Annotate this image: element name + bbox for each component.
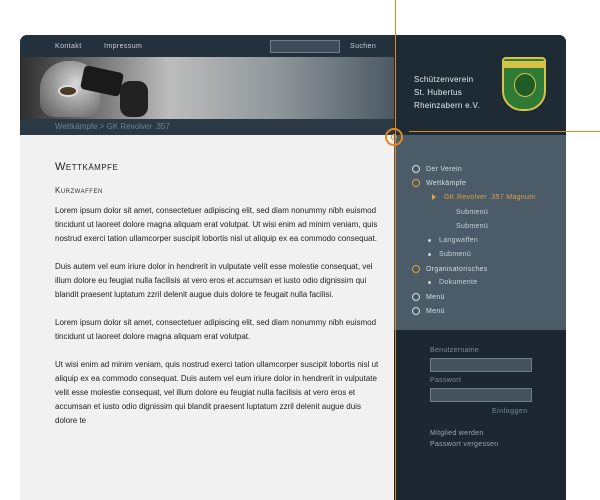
site-frame: Kontakt Impressum Suchen Wettkämpfe > GK… [20, 35, 566, 500]
username-label: Benutzername [430, 347, 480, 354]
circle-icon [412, 293, 420, 301]
login-button[interactable]: Einloggen [492, 408, 528, 415]
club-crest-icon [502, 57, 546, 111]
nav-item-wettkaempfe[interactable]: Wettkämpfe [412, 179, 466, 187]
contact-link[interactable]: Kontakt [55, 43, 82, 50]
nav-item-verein[interactable]: Der Verein [412, 165, 462, 173]
body-text: Lorem ipsum dolor sit amet, consectetuer… [55, 204, 385, 442]
breadcrumb[interactable]: Wettkämpfe > GK Revolver .357 [55, 122, 170, 131]
circle-icon [412, 165, 420, 173]
club-name-line1: Schützenverein [414, 75, 474, 84]
password-field[interactable] [430, 388, 532, 402]
password-label: Passwort [430, 377, 462, 384]
nav-item-dokumente[interactable]: Dokumente [428, 279, 478, 286]
header-image [20, 57, 394, 119]
section-title: Kurzwaffen [55, 186, 103, 195]
nav-item-menu[interactable]: Menü [412, 293, 445, 301]
nav-item-menu[interactable]: Menü [412, 307, 445, 315]
register-link[interactable]: Mitglied werden [430, 430, 484, 437]
club-header: Schützenverein St. Hubertus Rheinzabern … [394, 35, 566, 135]
search-button[interactable]: Suchen [350, 43, 376, 50]
paragraph: Ut wisi enim ad minim veniam, quis nostr… [55, 360, 379, 425]
nav-item-submenu[interactable]: Submenü [456, 223, 488, 230]
username-field[interactable] [430, 358, 532, 372]
paragraph: Duis autem vel eum iriure dolor in hendr… [55, 262, 373, 299]
login-panel: Benutzername Passwort Einloggen Mitglied… [394, 330, 566, 500]
club-name-line2: St. Hubertus [414, 88, 463, 97]
nav-item-langwaffen[interactable]: Langwaffen [428, 237, 478, 244]
club-name-line3: Rheinzabern e.V. [414, 101, 480, 110]
paragraph: Lorem ipsum dolor sit amet, consectetuer… [55, 318, 377, 341]
main-content: Wettkämpfe Kurzwaffen Lorem ipsum dolor … [20, 135, 394, 500]
forgot-password-link[interactable]: Passwort vergessen [430, 441, 498, 448]
shooter-eye [58, 85, 78, 97]
crest-banner [504, 61, 544, 68]
target-center-icon [391, 134, 397, 140]
page-title: Wettkämpfe [55, 161, 119, 173]
crest-emblem [514, 73, 536, 97]
circle-icon [412, 265, 420, 273]
circle-icon [412, 307, 420, 315]
guide-line-vertical [395, 0, 396, 500]
arrow-right-icon [432, 194, 436, 201]
nav-item-submenu[interactable]: Submenü [428, 251, 471, 258]
dot-icon [428, 252, 431, 256]
side-navigation: Der Verein Wettkämpfe GK Revolver .357 M… [394, 135, 566, 330]
circle-icon [412, 179, 420, 187]
paragraph: Lorem ipsum dolor sit amet, consectetuer… [55, 206, 378, 243]
dot-icon [428, 280, 431, 284]
search-input[interactable] [270, 40, 340, 53]
ear-muff [120, 81, 148, 117]
nav-item-organisatorisches[interactable]: Organisatorisches [412, 265, 488, 273]
top-bar: Kontakt Impressum Suchen [20, 35, 394, 57]
imprint-link[interactable]: Impressum [104, 43, 142, 50]
club-name: Schützenverein St. Hubertus Rheinzabern … [414, 73, 480, 112]
nav-item-submenu[interactable]: Submenü [456, 209, 488, 216]
dot-icon [428, 238, 431, 242]
breadcrumb-bar: Wettkämpfe > GK Revolver .357 [20, 119, 394, 135]
nav-item-gk-revolver[interactable]: GK Revolver .357 Magnum [432, 194, 535, 201]
guide-line-horizontal [409, 131, 600, 132]
